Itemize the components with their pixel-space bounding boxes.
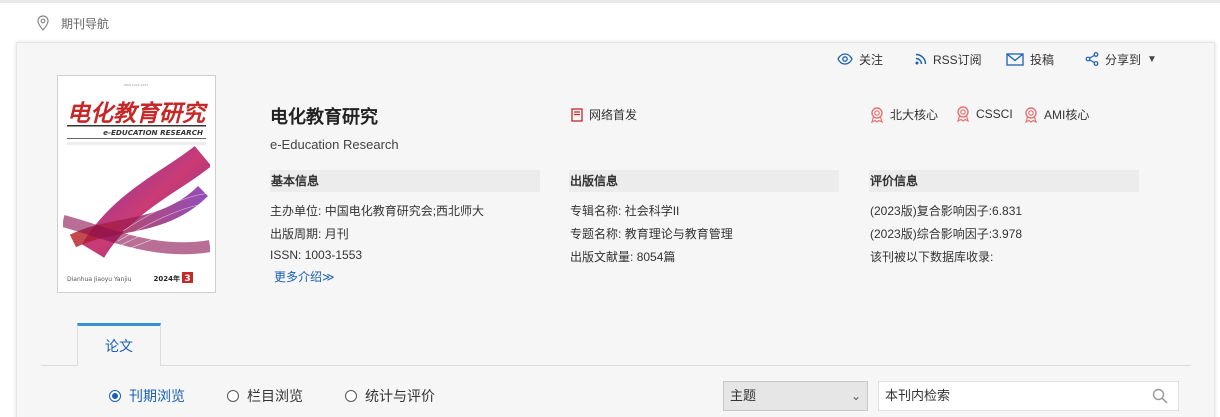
rss-label: RSS订阅	[933, 52, 982, 67]
award-ribbon-icon	[1025, 106, 1037, 123]
radio-statistics-label: 统计与评价	[365, 388, 435, 404]
badge-pku-label: 北大核心	[890, 108, 939, 122]
document-icon	[571, 107, 583, 122]
network-first-badge: 网络首发	[571, 106, 637, 123]
issn-value: 1003-1553	[304, 248, 363, 262]
cover-artwork: ISSN 1003-1553 电化教育研究 e-EDUCATION RESEAR…	[63, 81, 210, 287]
publish-info-heading: 出版信息	[569, 170, 839, 192]
database-label: 该刊被以下数据库收录:	[870, 250, 994, 264]
location-pin-icon	[37, 15, 49, 31]
radio-column-label: 栏目浏览	[247, 388, 303, 404]
award-ribbon-icon	[871, 106, 883, 123]
badge-cssci-label: CSSCI	[976, 107, 1013, 121]
sponsor-key: 主办单位:	[270, 204, 322, 218]
topic-key: 专题名称:	[570, 227, 622, 241]
cover-en-title: e-EDUCATION RESEARCH	[103, 128, 203, 137]
topic-row: 专题名称: 教育理论与教育管理	[570, 225, 733, 242]
network-first-label: 网络首发	[589, 108, 638, 122]
eye-icon	[837, 53, 853, 65]
svg-text:ISSN 1003-1553: ISSN 1003-1553	[124, 83, 148, 87]
badge-ami-label: AMI核心	[1044, 108, 1090, 122]
search-placeholder: 本刊内检索	[885, 388, 951, 403]
sponsor-value: 中国电化教育研究会;西北师大	[324, 204, 485, 218]
series-value: 社会科学II	[624, 204, 680, 218]
composite-impact: (2023版)复合影响因子:6.831	[870, 204, 1023, 218]
top-divider	[0, 0, 1220, 3]
badge-pku-core: 北大核心	[870, 106, 938, 123]
share-icon	[1085, 52, 1099, 66]
badge-cssci: CSSCI	[956, 106, 1013, 122]
journal-cover[interactable]: ISSN 1003-1553 电化教育研究 e-EDUCATION RESEAR…	[57, 75, 216, 293]
submit-label: 投稿	[1030, 52, 1055, 67]
follow-button[interactable]: 关注	[837, 49, 883, 69]
search-icon[interactable]	[1152, 388, 1168, 404]
tab-divider	[41, 365, 1191, 366]
journal-english-title: e-Education Research	[270, 137, 399, 152]
radio-checked-icon	[109, 390, 121, 402]
search-field-select[interactable]: 主题 ⌄	[723, 381, 868, 411]
search-input[interactable]: 本刊内检索	[878, 381, 1179, 411]
breadcrumb: 期刊导航	[37, 14, 109, 32]
award-ribbon-icon	[957, 106, 969, 122]
period-key: 出版周期:	[270, 227, 322, 241]
more-intro-link[interactable]: 更多介绍≫	[274, 268, 335, 285]
radio-issue-browse[interactable]: 刊期浏览	[109, 386, 185, 406]
cover-cn-title: 电化教育研究	[67, 100, 208, 127]
series-row: 专辑名称: 社会科学II	[570, 202, 679, 219]
follow-label: 关注	[859, 52, 884, 67]
envelope-icon	[1006, 52, 1024, 66]
cover-pinyin: Dianhua Jiaoyu Yanjiu	[67, 276, 132, 283]
rss-icon	[915, 53, 927, 65]
basic-info-heading: 基本信息	[270, 170, 540, 192]
radio-unchecked-icon	[227, 390, 239, 402]
period-row: 出版周期: 月刊	[270, 225, 349, 242]
breadcrumb-label[interactable]: 期刊导航	[61, 15, 109, 32]
cover-year: 2024年	[154, 274, 180, 283]
evaluation-heading: 评价信息	[869, 170, 1139, 192]
period-value: 月刊	[324, 227, 349, 241]
count-key: 出版文献量:	[570, 250, 634, 264]
rss-button[interactable]: RSS订阅	[915, 49, 982, 69]
share-label: 分享到	[1105, 52, 1142, 67]
topic-value: 教育理论与教育管理	[624, 227, 733, 241]
search-field-value: 主题	[730, 388, 757, 403]
radio-unchecked-icon	[345, 390, 357, 402]
radio-statistics[interactable]: 统计与评价	[345, 386, 435, 406]
count-value: 8054篇	[636, 250, 676, 264]
count-row: 出版文献量: 8054篇	[570, 248, 675, 265]
sponsor-row: 主办单位: 中国电化教育研究会;西北师大	[270, 202, 484, 219]
share-button[interactable]: 分享到 ▼	[1085, 49, 1157, 69]
submit-button[interactable]: 投稿	[1006, 49, 1054, 69]
journal-title: 电化教育研究	[270, 107, 378, 127]
series-key: 专辑名称:	[570, 204, 622, 218]
badge-ami-core: AMI核心	[1024, 106, 1089, 123]
chevron-down-icon: ⌄	[850, 389, 861, 403]
issn-row: ISSN: 1003-1553	[270, 248, 362, 262]
issn-key: ISSN:	[270, 248, 302, 262]
tab-papers[interactable]: 论文	[77, 323, 161, 366]
comprehensive-impact: (2023版)综合影响因子:3.978	[870, 227, 1023, 241]
journal-panel: 关注 RSS订阅 投稿 分享到 ▼ ISSN 1003-1553 电化教育研究 …	[16, 42, 1215, 417]
radio-issue-label: 刊期浏览	[129, 388, 185, 404]
cover-issue: 3	[184, 274, 190, 284]
radio-column-browse[interactable]: 栏目浏览	[227, 386, 303, 406]
chevron-down-icon: ▼	[1147, 53, 1157, 65]
